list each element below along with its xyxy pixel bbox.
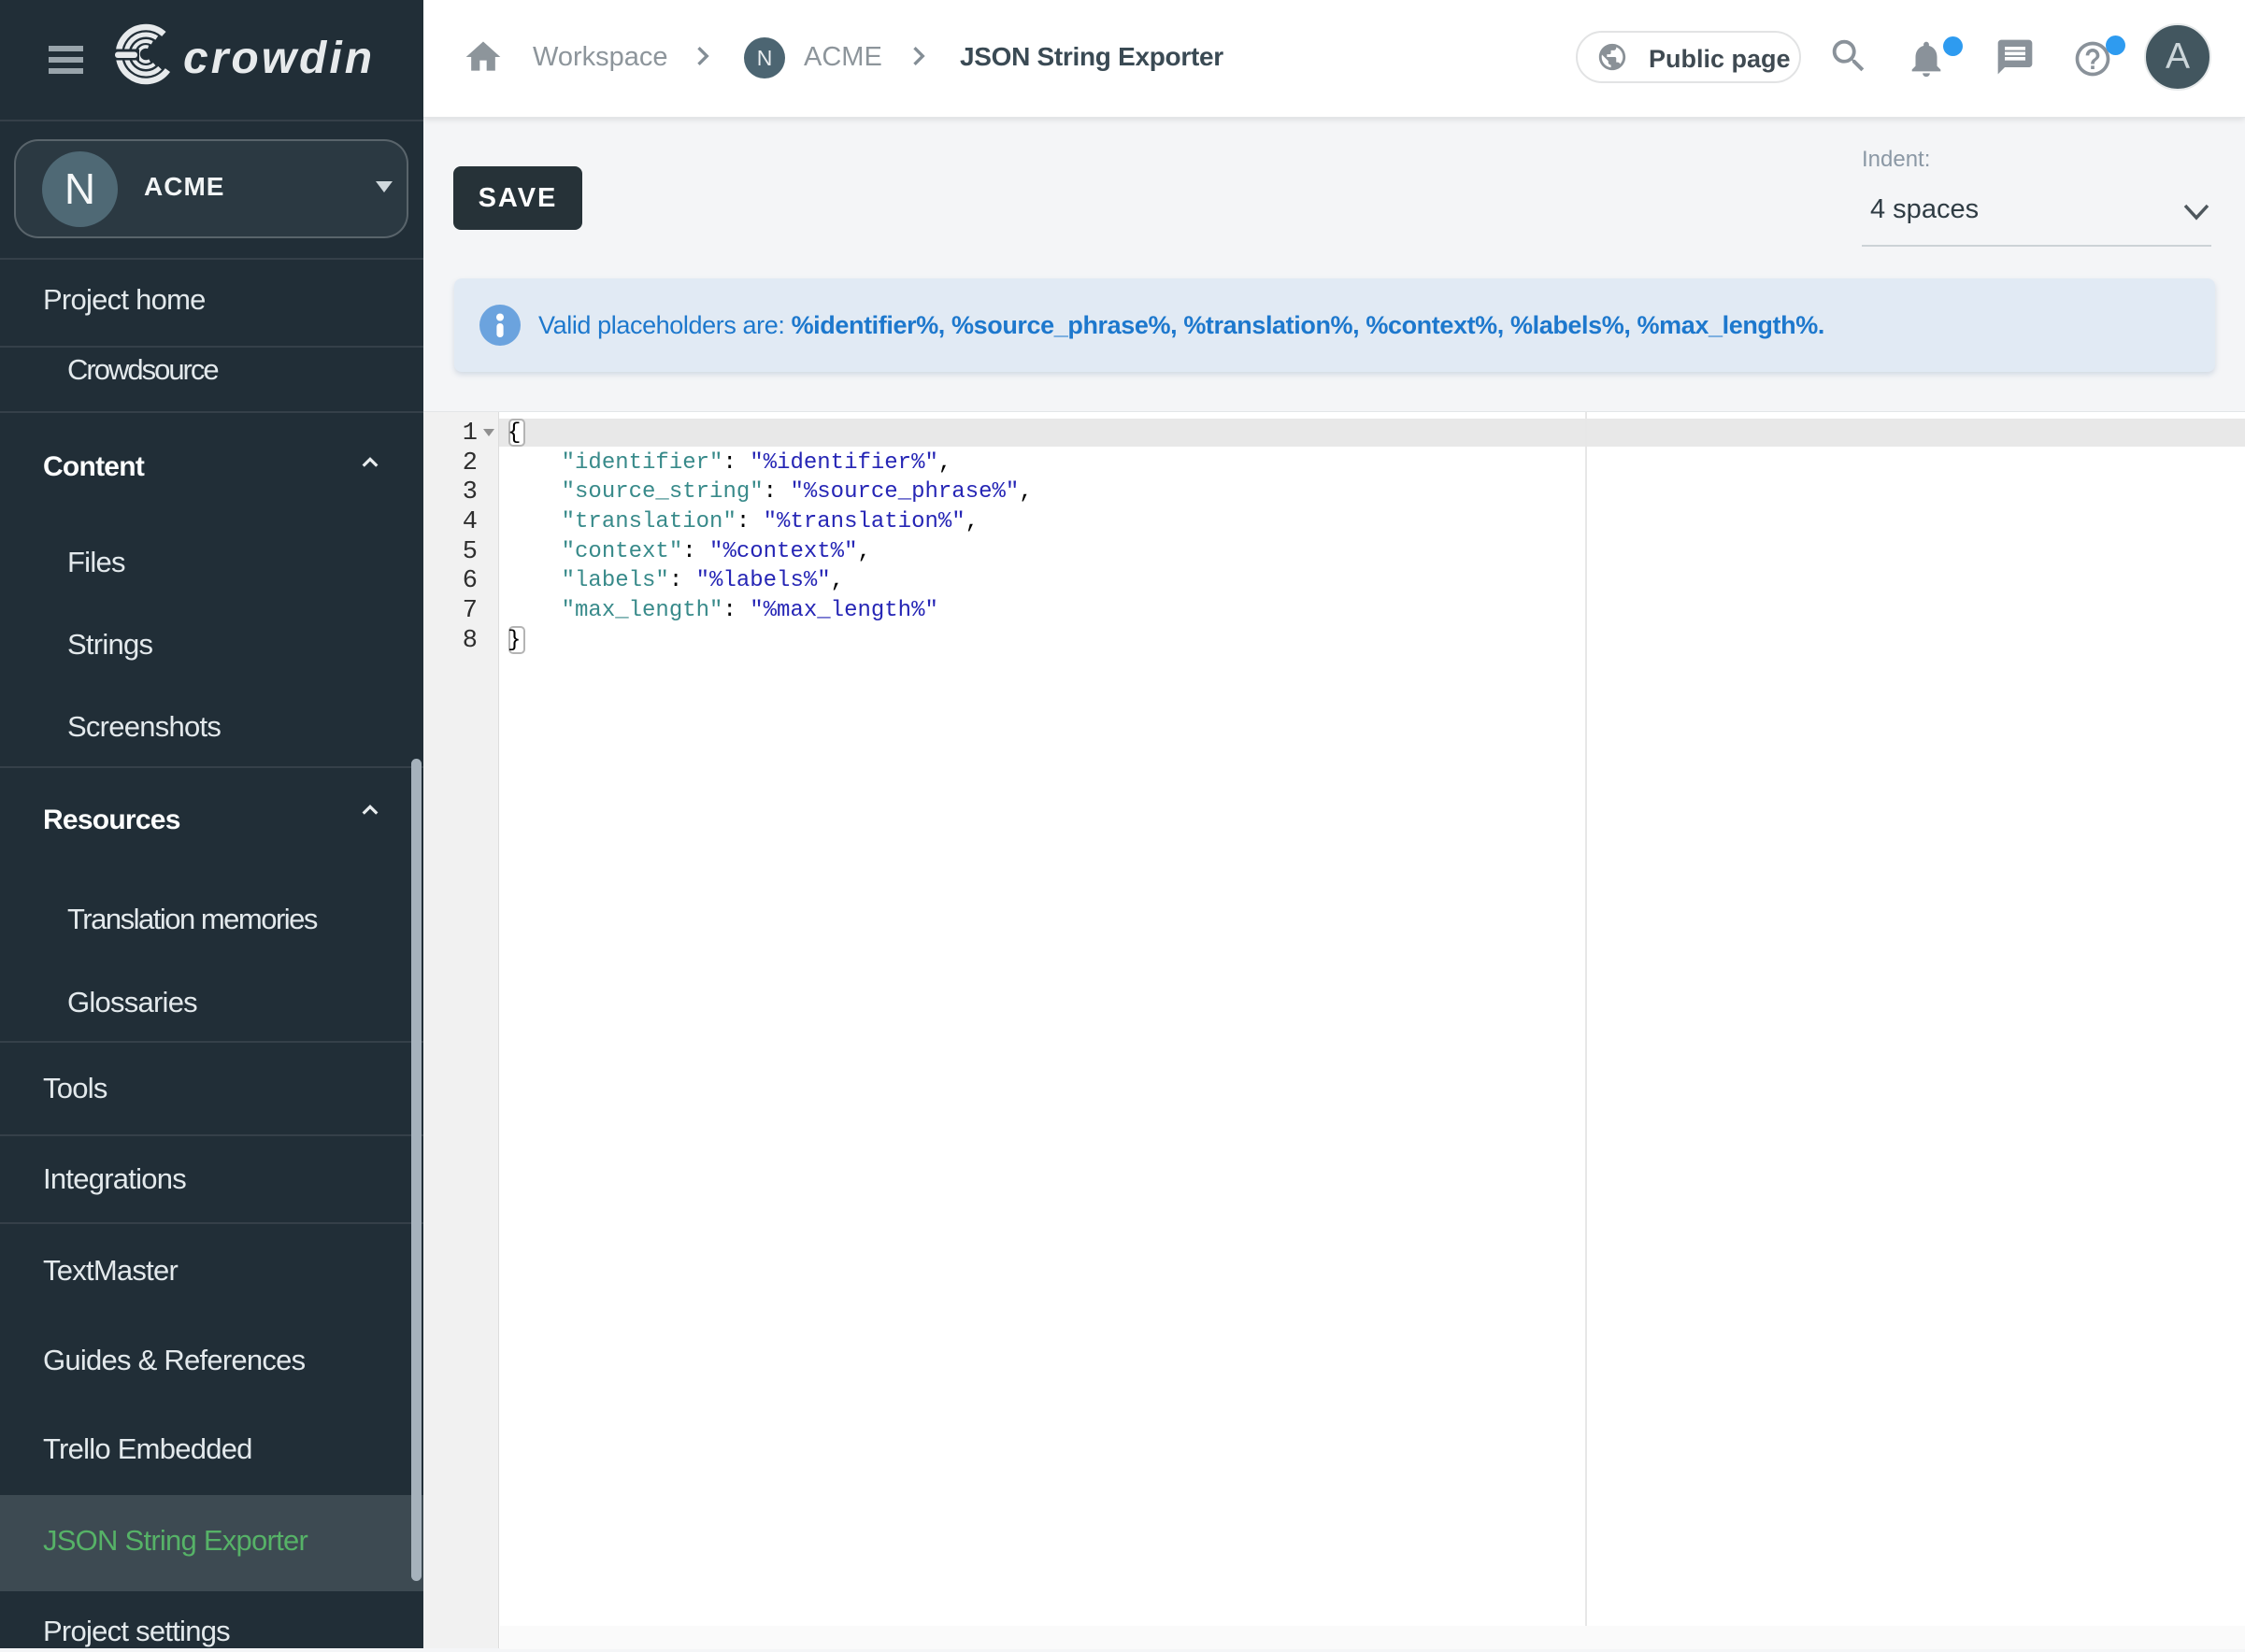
svg-text:crowdin: crowdin: [183, 34, 375, 83]
